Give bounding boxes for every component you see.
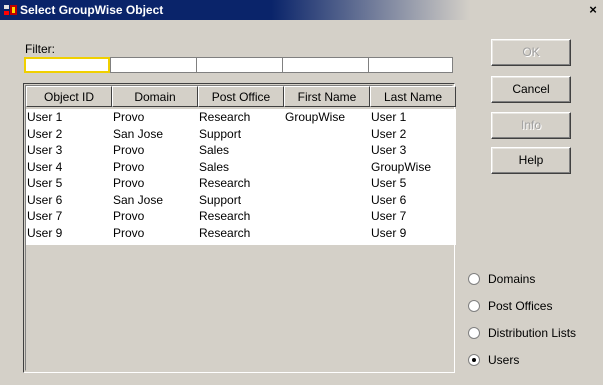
cell-first-name [284,208,370,225]
cell-domain: Provo [113,176,145,190]
cell-post-office: Support [199,126,242,141]
cell-last-name: User 6 [371,192,407,207]
cell-first-name [284,192,370,209]
list-rows: User 1 Provo Research GroupWise User 1 User … [26,109,456,245]
radio-post-offices[interactable]: Post Offices [468,292,576,319]
title-bar: Select GroupWise Object × [0,0,603,20]
radio-label: Users [488,352,520,367]
cell-domain: San Jose [113,192,164,207]
cell-post-office: Support [199,192,242,207]
list-item[interactable]: User 1 Provo Research GroupWise User 1 [26,109,456,126]
radio-button-icon[interactable] [468,326,480,339]
radio-users[interactable]: Users [468,346,576,373]
cell-post-office: Research [199,225,251,240]
cell-post-office: Research [199,176,251,190]
cell-object-id: User 5 [27,176,63,190]
ok-button-label: OK [522,45,540,59]
column-header-domain[interactable]: Domain [112,86,198,107]
filter-label: Filter: [25,42,55,56]
cell-first-name [284,225,370,242]
cell-object-id: User 1 [27,110,63,124]
cell-object-id: User 9 [27,225,63,240]
cell-last-name: GroupWise [371,159,432,174]
cell-object-id: User 6 [27,192,63,207]
cell-object-id: User 2 [27,126,63,141]
cancel-button[interactable]: Cancel [491,76,571,103]
list-item[interactable]: User 5 Provo Research User 5 [26,175,456,192]
filter-domain-input[interactable] [110,57,196,73]
list-item[interactable]: User 9 Provo Research User 9 [26,225,456,242]
filter-last-name-input[interactable] [368,57,453,73]
cell-object-id: User 7 [27,209,63,223]
cell-first-name [284,142,370,159]
cell-last-name: User 5 [371,176,407,190]
radio-button-icon[interactable] [468,299,480,312]
cell-domain: Provo [113,143,145,157]
cell-domain: Provo [113,209,145,223]
list-header: Object ID Domain Post Office First Name … [26,86,456,108]
radio-button-selected-icon[interactable] [468,353,480,366]
radio-dot-icon [472,357,476,362]
cell-post-office: Sales [199,159,230,174]
filter-object-id-input[interactable] [24,57,110,73]
cell-last-name: User 7 [371,209,407,223]
radio-label: Distribution Lists [488,325,577,340]
object-list[interactable]: Object ID Domain Post Office First Name … [23,83,456,373]
cell-domain: Provo [113,110,145,124]
radio-label: Domains [488,271,536,286]
radio-distribution-lists[interactable]: Distribution Lists [468,319,576,346]
cell-last-name: User 3 [371,143,407,157]
filter-post-office-input[interactable] [196,57,282,73]
cell-post-office: Research [199,209,251,223]
list-item[interactable]: User 3 Provo Sales User 3 [26,142,456,159]
cell-last-name: User 9 [371,225,407,240]
radio-label: Post Offices [488,298,553,313]
list-item[interactable]: User 4 Provo Sales GroupWise [26,159,456,176]
cell-first-name [284,175,370,192]
info-button[interactable]: Info [491,112,571,139]
groupwise-icon [4,5,17,15]
cell-post-office: Sales [199,143,230,157]
close-button[interactable]: × [586,3,600,16]
window-title: Select GroupWise Object [20,3,164,17]
help-button[interactable]: Help [491,147,571,174]
cell-domain: Provo [113,225,145,240]
column-header-last-name[interactable]: Last Name [370,86,456,107]
help-button-label: Help [518,153,544,167]
info-button-label: Info [520,118,541,132]
cell-last-name: User 1 [371,110,407,124]
filter-row [24,57,453,73]
column-header-object-id[interactable]: Object ID [26,86,112,107]
column-header-first-name[interactable]: First Name [284,86,370,107]
cell-first-name: GroupWise [285,110,346,124]
object-type-radio-group: Domains Post Offices Distribution Lists … [468,265,576,373]
column-header-post-office[interactable]: Post Office [198,86,284,107]
cancel-button-label: Cancel [512,82,550,96]
cell-first-name [284,159,370,176]
cell-post-office: Research [199,110,251,124]
cell-object-id: User 3 [27,143,63,157]
list-item[interactable]: User 2 San Jose Support User 2 [26,126,456,143]
cell-domain: San Jose [113,126,164,141]
radio-domains[interactable]: Domains [468,265,576,292]
ok-button[interactable]: OK [491,39,571,66]
cell-last-name: User 2 [371,126,407,141]
cell-object-id: User 4 [27,159,63,174]
cell-domain: Provo [113,159,145,174]
list-item[interactable]: User 6 San Jose Support User 6 [26,192,456,209]
list-item[interactable]: User 7 Provo Research User 7 [26,208,456,225]
radio-button-icon[interactable] [468,272,480,285]
filter-first-name-input[interactable] [282,57,368,73]
cell-first-name [284,126,370,143]
